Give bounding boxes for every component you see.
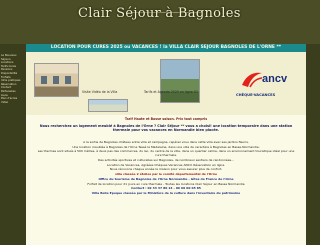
villa-photo[interactable] — [34, 63, 79, 97]
window-shape — [53, 76, 59, 84]
window-shape — [65, 76, 71, 84]
video-visit-link[interactable]: Visite Vidéo de la Villa — [82, 90, 117, 94]
window-shape — [41, 76, 47, 84]
ancv-swoosh-icon — [242, 72, 263, 88]
main-content: LOCATION POUR CURES 2025 ou VACANCES ! l… — [26, 44, 306, 245]
description: A la sortie de Bagnoles château entre vi… — [34, 140, 298, 197]
right-gutter — [306, 44, 320, 245]
page-frame: Clair Séjour à Bagnoles Le Nouveau Séjou… — [0, 0, 320, 245]
ancv-tagline: CHÈQUE-VACANCES — [236, 93, 276, 97]
sidebar: Le Nouveau Séjours Locations Tarifs Cure… — [0, 44, 26, 245]
ancv-wordmark: ancv — [262, 73, 288, 85]
footer-note: Villa Belle Epoque classée par le Minist… — [91, 190, 241, 195]
lead-paragraph: Nous recherchez un logement meublé à Bag… — [39, 124, 293, 133]
media-area: Visite Vidéo de la Villa Tarifs et Agend… — [26, 52, 306, 115]
site-title-text: Clair Séjour à Bagnoles — [78, 6, 241, 21]
ancv-logo[interactable]: ancv CHÈQUE-VACANCES — [232, 69, 290, 107]
sidebar-header — [0, 44, 26, 54]
garden-photo[interactable] — [160, 59, 200, 103]
sidebar-item[interactable]: Vidéo — [0, 101, 26, 105]
site-title[interactable]: Clair Séjour à Bagnoles — [0, 0, 320, 44]
tarifs-link[interactable]: Tarifs et Agenda 2025 en ligne ICI — [144, 90, 198, 94]
header: Clair Séjour à Bagnoles — [0, 0, 320, 44]
promo-banner[interactable]: LOCATION POUR CURES 2025 ou VACANCES ! l… — [26, 44, 306, 52]
tarif-line[interactable]: Tarif Haute et Basse saison. Prix tout c… — [26, 117, 306, 121]
street-photo[interactable] — [88, 99, 128, 112]
